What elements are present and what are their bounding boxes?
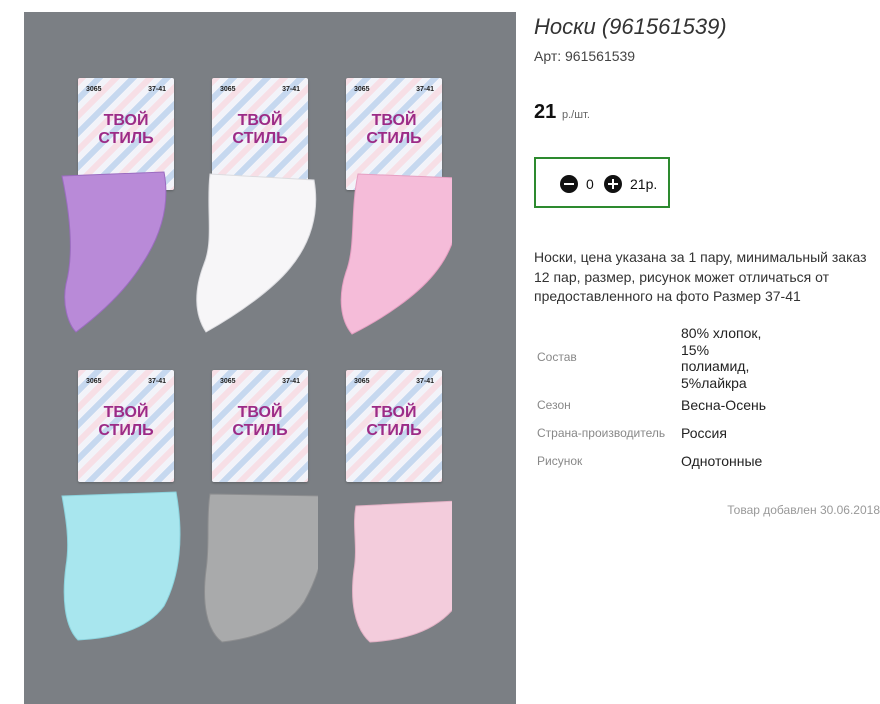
product-description: Носки, цена указана за 1 пару, минимальн… [534, 249, 867, 304]
page-title: Носки (961561539) [534, 14, 727, 39]
property-label-composition: Состав [537, 350, 577, 364]
quantity-total: 21р. [630, 176, 658, 192]
pack-size: 37-41 [416, 86, 434, 93]
plus-icon[interactable] [604, 175, 622, 193]
quantity-stepper: 0 21р. [534, 157, 670, 208]
pack-code: 3065 [354, 86, 370, 93]
pack-size: 37-41 [148, 86, 166, 93]
brand-logo: ТВОЙ СТИЛЬ [232, 404, 288, 439]
brand-logo: ТВОЙ СТИЛЬ [232, 112, 288, 147]
brand-logo: ТВОЙ СТИЛЬ [98, 112, 154, 147]
price-unit: р./шт. [562, 109, 590, 121]
pack-size: 37-41 [416, 378, 434, 385]
pack-code: 3065 [86, 86, 102, 93]
sock-light-blue [61, 491, 181, 641]
quantity-value: 0 [586, 176, 594, 192]
brand-logo: ТВОЙ СТИЛЬ [98, 404, 154, 439]
sock-pink [340, 173, 452, 335]
property-label-country: Страна-производитель [537, 426, 666, 440]
sock-gray [204, 493, 318, 643]
minus-icon[interactable] [560, 175, 578, 193]
property-value-country: Россия [681, 425, 727, 441]
pack-code: 3065 [220, 378, 236, 385]
article-number: Арт: 961561539 [534, 48, 636, 64]
product-photo[interactable]: 3065 37-41 ТВОЙ СТИЛЬ 3065 37-41 ТВОЙ СТИЛ… [24, 12, 516, 704]
pack-code: 3065 [354, 378, 370, 385]
sock-pale-pink [352, 500, 452, 643]
brand-logo: ТВОЙ СТИЛЬ [366, 404, 422, 439]
property-value-pattern: Однотонные [681, 453, 763, 469]
brand-logo: ТВОЙ СТИЛЬ [366, 112, 422, 147]
property-value-composition: 80% хлопок, 15% полиамид, 5%лайкра [681, 325, 762, 391]
sock-purple [61, 171, 167, 333]
pack-code: 3065 [86, 378, 102, 385]
pack-code: 3065 [220, 86, 236, 93]
pack-size: 37-41 [282, 86, 300, 93]
property-label-pattern: Рисунок [537, 454, 583, 468]
property-value-season: Весна-Осень [681, 397, 767, 413]
price-value: 21 [534, 101, 557, 123]
date-added: Товар добавлен 30.06.2018 [727, 503, 880, 517]
sock-white [196, 173, 317, 333]
pack-size: 37-41 [148, 378, 166, 385]
property-label-season: Сезон [537, 398, 571, 412]
pack-size: 37-41 [282, 378, 300, 385]
